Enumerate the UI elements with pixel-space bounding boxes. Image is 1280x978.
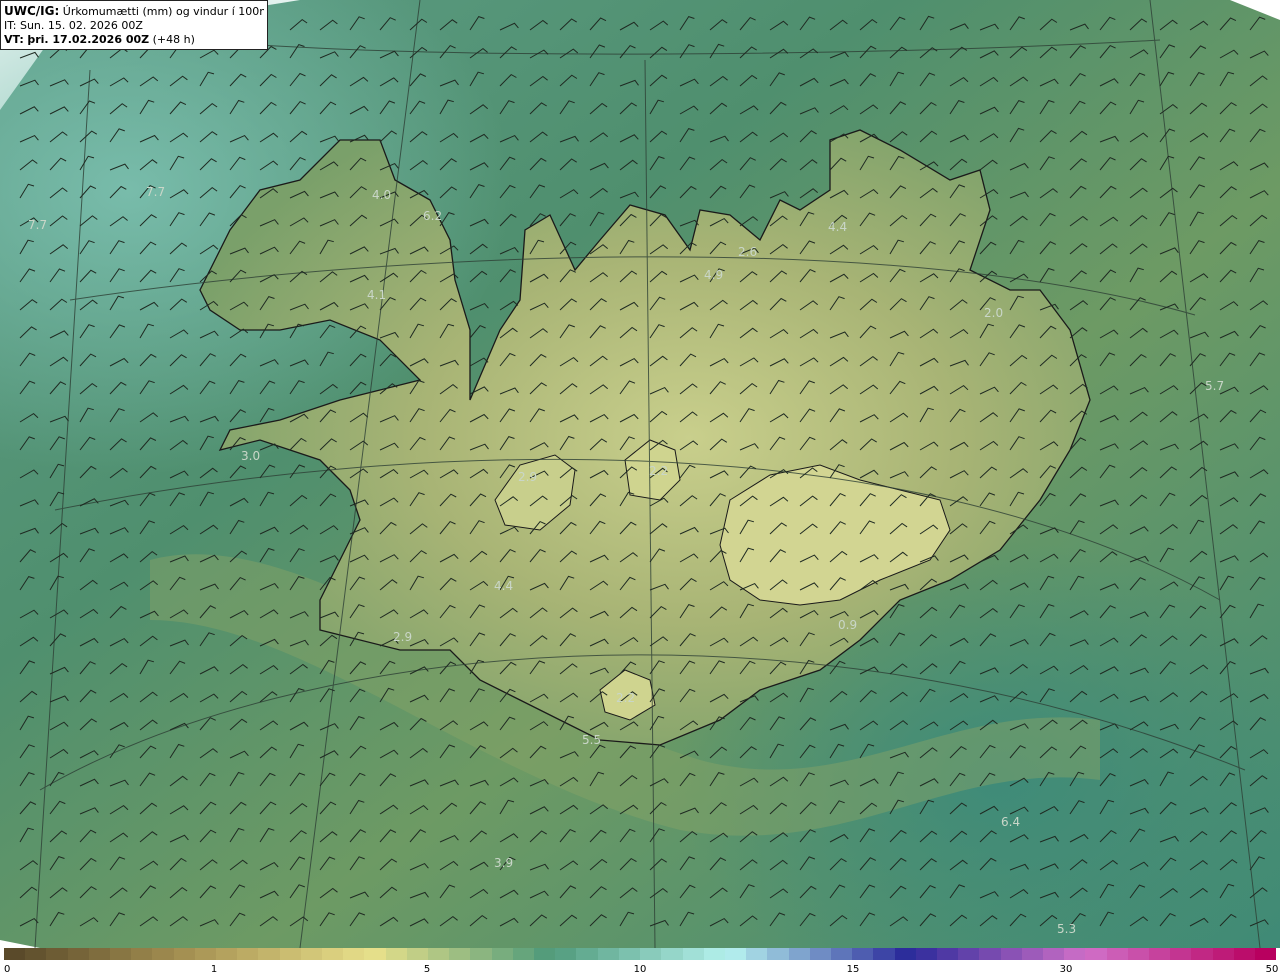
colorbar-segment [322,948,344,960]
colorbar-segment [724,948,747,960]
colorbar-segment [555,948,577,960]
colorbar-segment [406,948,429,960]
colorbar-segment [279,948,301,960]
valid-prefix: VT: [4,33,24,46]
value-label: 2.2 [616,691,635,705]
colorbar-segment [25,948,47,960]
value-label: 4.4 [494,579,513,593]
colorbar-segment [1042,948,1065,960]
colorbar-segment [1170,948,1192,960]
valid-time: þri. 17.02.2026 00Z [27,33,150,46]
value-label: 4.9 [704,268,723,282]
value-label: 7.7 [28,218,47,232]
colorbar-segment [428,948,450,960]
colorbar-segment [491,948,513,960]
colorbar-tick: 15 [846,964,860,975]
product-title: Úrkomumætti (mm) og vindur í 100m hæð [62,5,264,18]
value-label: 2.9 [393,630,412,644]
colorbar-segment [1212,948,1234,960]
colorbar-segment [300,948,323,960]
value-label: 5.5 [582,733,601,747]
colorbar-segment [873,948,895,960]
colorbar-tick: 5 [423,964,431,975]
colorbar-tick: 10 [633,964,647,975]
colorbar-segment [1148,948,1171,960]
colorbar-tick: 30 [1059,964,1073,975]
colorbar-segment [385,948,407,960]
colorbar-segment [67,948,89,960]
colorbar-segment [936,948,959,960]
colorbar-legend: 0 1 5 10 15 30 50 [0,948,1280,978]
colorbar-segment [979,948,1001,960]
lead-time: (+48 h) [152,33,195,46]
colorbar-segment [1254,948,1277,960]
map-info-box: UWC/IG: Úrkomumætti (mm) og vindur í 100… [0,0,268,50]
value-label: 2.2 [649,464,668,478]
colorbar-tick: 0 [4,964,11,975]
colorbar-segment [640,948,662,960]
colorbar-segment [88,948,111,960]
value-label: 0.9 [838,618,857,632]
colorbar-segment [915,948,937,960]
value-label: 3.0 [241,449,260,463]
colorbar-segment [173,948,195,960]
colorbar-segment [258,948,280,960]
colorbar-segment [131,948,153,960]
value-label: 5.3 [1057,922,1076,936]
value-label: 4.1 [367,288,386,302]
colorbar [4,948,1277,960]
value-label: 2.6 [738,245,757,259]
value-label: 5.7 [1205,379,1224,393]
value-label: 6.4 [1001,815,1020,829]
colorbar-segment [576,948,598,960]
colorbar-segment [449,948,471,960]
colorbar-tick: 1 [210,964,218,975]
colorbar-segment [894,948,916,960]
value-label: 4.4 [828,220,847,234]
colorbar-segment [194,948,217,960]
colorbar-segment [852,948,874,960]
colorbar-segment [618,948,641,960]
colorbar-segment [661,948,683,960]
colorbar-segment [1106,948,1128,960]
value-label: 7.7 [146,185,165,199]
value-label: 6.2 [423,209,442,223]
colorbar-segment [1233,948,1255,960]
init-time: IT: Sun. 15. 02. 2026 00Z [4,19,143,32]
model-name: UWC/IG: [4,4,60,18]
colorbar-segment [830,948,853,960]
colorbar-segment [1127,948,1149,960]
colorbar-segment [703,948,725,960]
colorbar-segment [682,948,704,960]
colorbar-segment [46,948,68,960]
value-label: 2.9 [518,470,537,484]
colorbar-segment [1085,948,1107,960]
colorbar-segment [809,948,831,960]
colorbar-segment [110,948,132,960]
colorbar-segment [1191,948,1213,960]
colorbar-segment [364,948,386,960]
colorbar-segment [1021,948,1043,960]
colorbar-segment [1000,948,1022,960]
colorbar-segment [4,948,26,960]
value-label: 2.0 [984,306,1003,320]
colorbar-segment [152,948,174,960]
colorbar-segment [512,948,535,960]
colorbar-segment [237,948,259,960]
precipitable-water-map[interactable]: 7.7 7.7 4.0 6.2 4.1 4.4 2.6 4.9 2.0 5.7 … [0,0,1280,948]
colorbar-segment [746,948,768,960]
colorbar-segment [767,948,789,960]
colorbar-segment [1064,948,1086,960]
colorbar-segment [958,948,980,960]
value-label: 4.0 [372,188,391,202]
colorbar-segment [788,948,810,960]
colorbar-segment [216,948,238,960]
colorbar-segment [343,948,365,960]
colorbar-segment [470,948,492,960]
colorbar-tick: 50 [1265,964,1279,975]
colorbar-segment [534,948,556,960]
colorbar-segment [597,948,619,960]
value-label: 3.9 [494,856,513,870]
